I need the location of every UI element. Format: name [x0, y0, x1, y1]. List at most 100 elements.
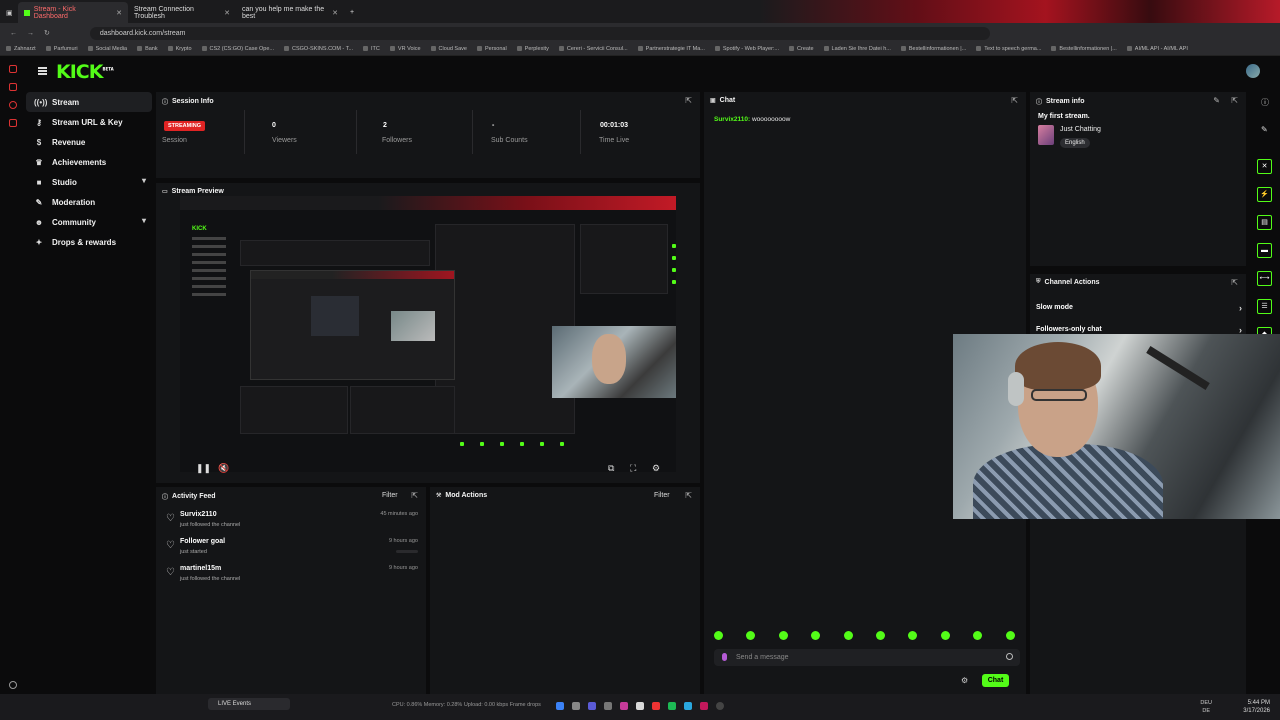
filter-button[interactable]: Filter [382, 492, 398, 499]
clock[interactable]: 5:44 PM 3/17/2026 [1243, 699, 1270, 715]
popout-icon[interactable]: ⇱ [1231, 278, 1238, 287]
browser-tab-kick-dashboard[interactable]: Stream - Kick Dashboard ✕ [18, 2, 128, 23]
bookmark-item[interactable]: CS2 (CS:GO) Case Ope... [202, 46, 275, 52]
new-tab-button[interactable]: + [344, 2, 360, 23]
bookmark-item[interactable]: Personal [477, 46, 507, 52]
popout-icon[interactable]: ⇱ [1011, 96, 1018, 105]
emote-icon[interactable] [778, 631, 788, 640]
bookmark-item[interactable]: VR Voice [390, 46, 421, 52]
taskbar-app-icon[interactable] [620, 702, 628, 710]
tool-button-flash-icon[interactable]: ⚡ [1257, 187, 1272, 202]
chat-send-button[interactable]: Chat [982, 674, 1009, 687]
sidebar-item-stream[interactable]: ((•)) Stream [26, 92, 152, 112]
popout-icon[interactable]: ⇱ [411, 491, 418, 500]
chat-input[interactable]: Send a message [714, 649, 1020, 666]
taskbar-app-icon[interactable] [572, 702, 580, 710]
activity-name[interactable]: martinel15m [180, 565, 221, 572]
slow-mode-row[interactable]: Slow mode › [1036, 303, 1242, 313]
menu-icon[interactable] [38, 67, 47, 75]
bookmark-item[interactable]: Krypto [168, 46, 192, 52]
followers-only-row[interactable]: Followers-only chat › [1036, 325, 1242, 335]
tool-button-host-icon[interactable]: ⟷ [1257, 271, 1272, 286]
browser-tab-chat[interactable]: can you help me make the best ✕ [236, 2, 344, 23]
emote-icon[interactable] [746, 631, 756, 640]
pause-button[interactable]: ❚❚ [196, 463, 211, 474]
sidebar-item-revenue[interactable]: $ Revenue [26, 132, 152, 152]
chevron-down-icon[interactable]: ▾ [142, 216, 146, 225]
close-tab-icon[interactable]: ✕ [116, 9, 122, 17]
stream-category[interactable]: Just Chatting [1060, 126, 1101, 133]
bookmark-item[interactable]: Create [789, 46, 814, 52]
bookmark-item[interactable]: Cereri - Servicii Consul... [559, 46, 628, 52]
rail-app-icon[interactable] [9, 83, 17, 91]
bookmark-item[interactable]: Parfumuri [46, 46, 78, 52]
bookmark-item[interactable]: Bank [137, 46, 158, 52]
sidebar-item-stream-url-key[interactable]: ⚷ Stream URL & Key [26, 112, 152, 132]
rail-app-icon[interactable] [9, 65, 17, 73]
emote-icon[interactable] [811, 631, 821, 640]
tool-button-raid-icon[interactable]: ✕ [1257, 159, 1272, 174]
url-field[interactable]: dashboard.kick.com/stream [89, 26, 990, 40]
sidebar-item-drops-rewards[interactable]: ✦ Drops & rewards [26, 232, 152, 252]
taskbar-app-icon[interactable] [668, 702, 676, 710]
reload-icon[interactable]: ↻ [44, 29, 50, 37]
rail-history-icon[interactable] [9, 101, 17, 109]
browser-tab-troubleshoot[interactable]: Stream Connection Troublesh ✕ [128, 2, 236, 23]
taskbar-app-icon[interactable] [604, 702, 612, 710]
bookmark-item[interactable]: Partnerstrategie IT Ma... [638, 46, 705, 52]
popout-icon[interactable]: ⇱ [1231, 96, 1238, 105]
bookmark-item[interactable]: Bestellinformationen |... [901, 46, 966, 52]
emote-icon[interactable] [843, 631, 853, 640]
chat-username[interactable]: Survix2110: [714, 116, 750, 123]
emote-icon[interactable] [973, 631, 983, 640]
forward-icon[interactable]: → [27, 30, 34, 37]
popout-icon[interactable]: ⇱ [685, 96, 692, 105]
rail-settings-icon[interactable] [9, 681, 17, 689]
chevron-down-icon[interactable]: ▾ [142, 176, 146, 185]
taskbar-app-icon[interactable] [652, 702, 660, 710]
fullscreen-button[interactable]: ⛶ [630, 463, 636, 474]
bookmark-item[interactable]: ITC [363, 46, 380, 52]
sidebar-item-studio[interactable]: ■ Studio ▾ [26, 172, 152, 192]
close-tab-icon[interactable]: ✕ [224, 9, 230, 17]
pip-button[interactable]: ⧉ [608, 463, 614, 474]
bookmark-item[interactable]: CSGO-SKINS.COM - T... [284, 46, 353, 52]
emote-icon[interactable] [908, 631, 918, 640]
window-menu-icon[interactable]: ▣ [0, 2, 18, 23]
back-icon[interactable]: ← [10, 30, 17, 37]
bookmark-item[interactable]: Zahnarzt [6, 46, 36, 52]
chat-settings-icon[interactable]: ⚙ [961, 676, 968, 685]
bookmark-item[interactable]: Laden Sie Ihre Datei h... [824, 46, 891, 52]
taskbar-app-icon[interactable] [556, 702, 564, 710]
mute-button[interactable]: 🔇 [218, 463, 229, 474]
close-tab-icon[interactable]: ✕ [332, 9, 338, 17]
live-events-selector[interactable]: LIVE Events [208, 698, 290, 710]
bookmark-item[interactable]: Spotify - Web Player:... [715, 46, 779, 52]
edit-pencil-icon[interactable]: ✎ [1261, 125, 1268, 134]
taskbar-app-icon[interactable] [684, 702, 692, 710]
language-indicator[interactable]: DEU DE [1200, 699, 1212, 715]
info-icon[interactable]: ⓘ [1261, 97, 1269, 108]
settings-gear-icon[interactable]: ⚙ [652, 463, 660, 474]
emote-icon[interactable] [876, 631, 885, 640]
bookmark-item[interactable]: AI/ML API - AI/ML API [1127, 46, 1188, 52]
bookmark-item[interactable]: Text to speech germa... [976, 46, 1041, 52]
emoji-icon[interactable] [1006, 653, 1013, 660]
activity-name[interactable]: Survix2110 [180, 511, 217, 518]
popout-icon[interactable]: ⇱ [685, 491, 692, 500]
tool-button-clip-icon[interactable]: ▤ [1257, 215, 1272, 230]
bookmark-item[interactable]: Perplexity [517, 46, 549, 52]
taskbar-app-icon[interactable] [716, 702, 724, 710]
sidebar-item-achievements[interactable]: ♛ Achievements [26, 152, 152, 172]
edit-pencil-icon[interactable]: ✎ [1213, 96, 1220, 105]
bookmark-item[interactable]: Social Media [88, 46, 128, 52]
bookmark-item[interactable]: Cloud Save [431, 46, 467, 52]
taskbar-app-icon[interactable] [700, 702, 708, 710]
activity-name[interactable]: Follower goal [180, 538, 225, 545]
stream-preview-video[interactable]: KICK [180, 196, 676, 472]
user-avatar[interactable] [1246, 64, 1260, 78]
bookmark-item[interactable]: Bestellinformationen |... [1051, 46, 1116, 52]
tool-button-list-icon[interactable]: ☰ [1257, 299, 1272, 314]
sidebar-item-moderation[interactable]: ✎ Moderation [26, 192, 152, 212]
tool-button-chat-icon[interactable]: ▬ [1257, 243, 1272, 258]
